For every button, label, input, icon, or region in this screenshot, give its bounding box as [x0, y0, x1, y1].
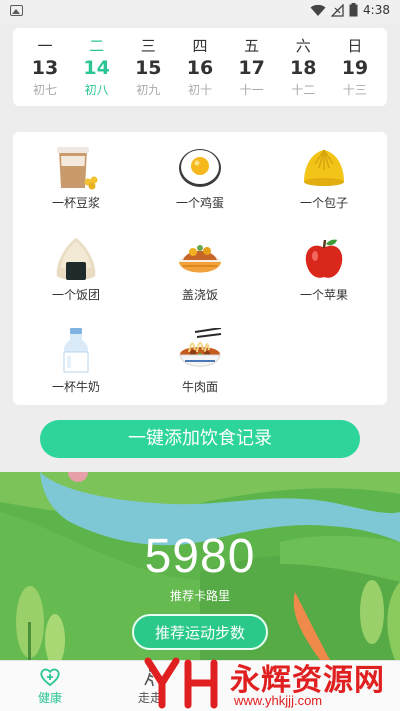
calendar-day[interactable]: 一 13 初七: [21, 28, 69, 106]
watermark-logo: [144, 657, 218, 709]
calendar-day[interactable]: 日 19 十三: [331, 28, 379, 106]
food-label: 牛肉面: [181, 380, 218, 394]
soy-milk-icon: [53, 144, 99, 190]
food-label: 一个苹果: [299, 288, 348, 302]
wifi-icon: [310, 4, 326, 16]
date-number: 15: [135, 57, 162, 79]
food-label: 一个饭团: [51, 288, 100, 302]
weekday-label: 三: [140, 37, 156, 55]
date-number: 14: [83, 57, 110, 79]
calendar-day[interactable]: 四 16 初十: [176, 28, 224, 106]
rice-bowl-icon: [177, 236, 223, 282]
recommended-calories-label: 推荐卡路里: [169, 589, 230, 603]
status-icons: 4:38: [310, 3, 390, 17]
calendar-day[interactable]: 六 18 十二: [279, 28, 327, 106]
weekday-label: 日: [347, 37, 363, 55]
watermark-url: www.yhkjjj.com: [234, 693, 323, 708]
recommend-steps-button[interactable]: 推荐运动步数: [132, 614, 268, 650]
gallery-notification-icon: [10, 5, 23, 16]
lunar-date: 十二: [291, 83, 316, 97]
calendar-day[interactable]: 三 15 初九: [124, 28, 172, 106]
food-item-soy-milk[interactable]: 一杯豆浆: [16, 132, 136, 212]
food-item-bun[interactable]: 一个包子: [264, 132, 384, 212]
food-label: 一个鸡蛋: [175, 196, 224, 210]
lunar-date: 十一: [239, 83, 264, 97]
date-number: 13: [31, 57, 59, 79]
beef-noodles-icon: [177, 327, 223, 374]
food-item-rice-bowl[interactable]: 盖浇饭: [140, 224, 260, 304]
food-item-rice-ball[interactable]: 一个饭团: [16, 224, 136, 304]
food-item-milk[interactable]: 一杯牛奶: [16, 316, 136, 396]
weekday-label: 五: [244, 37, 260, 55]
date-number: 16: [186, 57, 214, 79]
food-grid: 一杯豆浆 一个鸡蛋 一个包子 一个饭团 盖浇饭 一个苹果 一杯牛奶 牛肉面: [13, 132, 387, 405]
lunar-date: 十三: [342, 83, 367, 97]
weekday-label: 四: [192, 37, 208, 55]
rice-ball-icon: [53, 236, 99, 282]
clock-time: 4:38: [363, 3, 390, 17]
weekday-label: 二: [89, 37, 105, 55]
battery-icon: [349, 3, 358, 17]
food-label: 一杯豆浆: [51, 196, 100, 210]
lunar-date: 初八: [84, 83, 109, 97]
health-heart-icon: [40, 667, 60, 687]
date-number: 19: [341, 57, 369, 79]
signal-icon: [331, 3, 344, 17]
calendar-day[interactable]: 五 17 十一: [228, 28, 276, 106]
status-bar: 4:38: [0, 0, 400, 24]
apple-icon: [301, 236, 347, 282]
food-label: 一个包子: [299, 196, 348, 210]
weekday-label: 一: [37, 37, 53, 55]
food-label: 盖浇饭: [181, 288, 218, 302]
date-number: 17: [238, 57, 265, 79]
food-label: 一杯牛奶: [51, 380, 100, 394]
lunar-date: 初七: [32, 83, 57, 97]
recommended-calories-value: 5980: [144, 530, 256, 583]
weekday-label: 六: [295, 37, 311, 55]
quick-add-diet-record-button[interactable]: 一键添加饮食记录: [40, 420, 360, 458]
tab-health[interactable]: 健康: [0, 661, 100, 711]
lunar-date: 初九: [136, 83, 161, 97]
milk-bottle-icon: [53, 328, 99, 374]
tab-label: 健康: [37, 691, 62, 705]
week-calendar: 一 13 初七 二 14 初八 三 15 初九 四 16 初十 五 17 十一 六 18 十二 日 19 十…: [13, 28, 387, 106]
watermark: 永辉资源网 www.yhkjjj.com: [142, 655, 400, 711]
food-item-egg[interactable]: 一个鸡蛋: [140, 132, 260, 212]
lunar-date: 初十: [187, 83, 212, 97]
steamed-bun-icon: [301, 144, 347, 190]
egg-icon: [177, 144, 223, 190]
food-item-apple[interactable]: 一个苹果: [264, 224, 384, 304]
calendar-day-selected[interactable]: 二 14 初八: [73, 28, 121, 106]
food-item-beef-noodles[interactable]: 牛肉面: [140, 316, 260, 396]
health-panel: 5980 推荐卡路里 推荐运动步数: [0, 472, 400, 660]
date-number: 18: [290, 57, 317, 79]
